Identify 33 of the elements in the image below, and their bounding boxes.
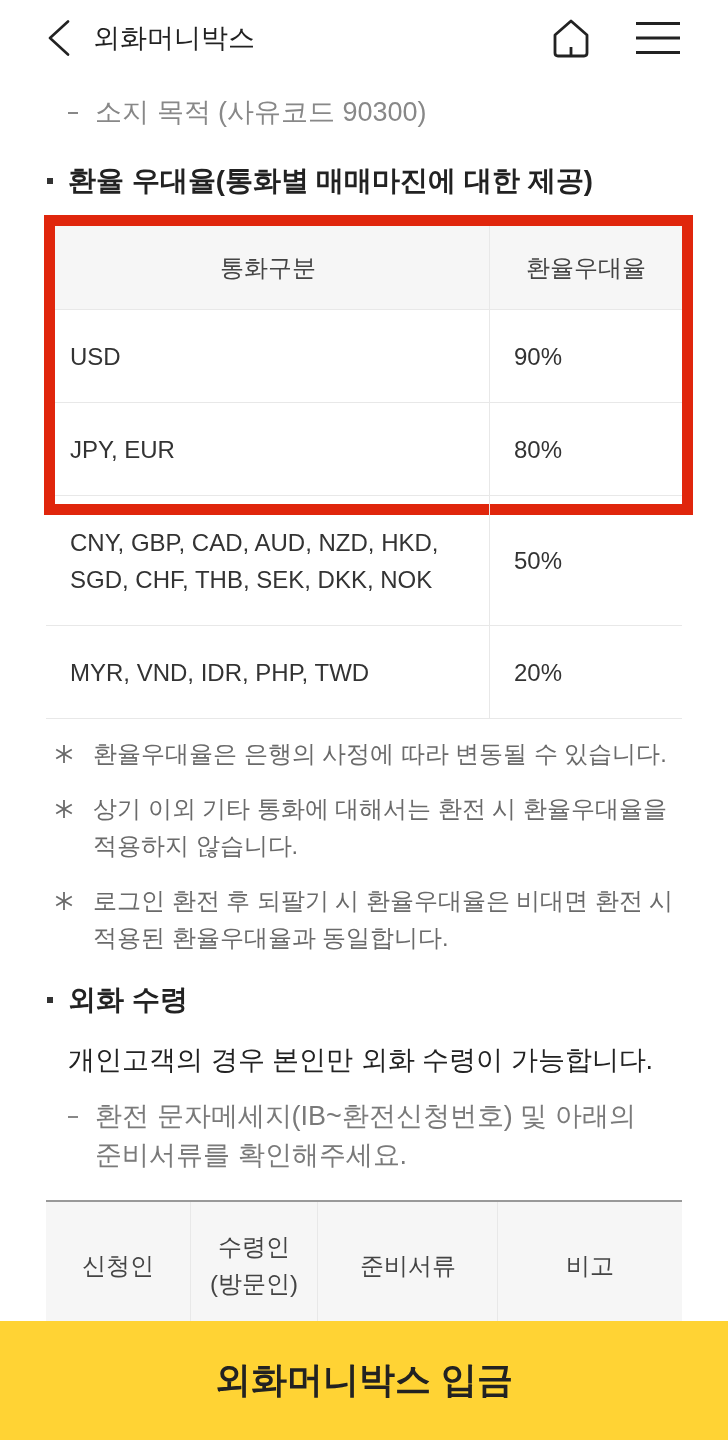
section-heading: 외화 수령 <box>68 983 188 1017</box>
rate-cell: 80% <box>490 403 682 496</box>
paragraph-text: 개인고객의 경우 본인만 외화 수령이 가능합니다. <box>68 1044 654 1077</box>
bullet-icon <box>47 178 53 184</box>
list-item-text: 환전 문자메세지(IB~환전신청번호) 및 아래의 준비서류를 확인해주세요. <box>95 1100 637 1172</box>
column-header: 환율우대율 <box>490 225 682 310</box>
column-header: 수령인 (방문인) <box>191 1202 318 1321</box>
currency-cell: CNY, GBP, CAD, AUD, NZD, HKD, SGD, CHF, THB, SEK, DKK, NOK <box>46 496 490 626</box>
dash-icon <box>68 1116 78 1118</box>
rate-cell: 20% <box>490 626 682 719</box>
currency-cell: USD <box>46 310 490 403</box>
list-item-text: 소지 목적 (사유코드 90300) <box>95 96 427 129</box>
home-button[interactable] <box>551 17 591 58</box>
page-title: 외화머니박스 <box>93 21 255 55</box>
dash-icon <box>68 112 78 114</box>
deposit-button[interactable]: 외화머니박스 입금 <box>0 1321 728 1440</box>
column-header: 신청인 <box>46 1202 191 1321</box>
column-header: 준비서류 <box>318 1202 498 1321</box>
note-text: 환율우대율은 은행의 사정에 따라 변동될 수 있습니다. <box>93 740 667 769</box>
currency-cell: JPY, EUR <box>46 403 490 496</box>
currency-cell: MYR, VND, IDR, PHP, TWD <box>46 626 490 719</box>
section-heading: 환율 우대율(통화별 매매마진에 대한 제공) <box>68 164 593 198</box>
rate-cell: 50% <box>490 496 682 626</box>
note-text: 상기 이외 기타 통화에 대해서는 환전 시 환율우대율을 적용하지 않습니다. <box>93 795 668 861</box>
asterisk-icon <box>55 745 73 763</box>
column-header: 비고 <box>498 1202 682 1321</box>
back-button[interactable] <box>48 19 70 56</box>
asterisk-icon <box>55 800 73 818</box>
bullet-icon <box>47 997 53 1003</box>
note-text: 로그인 환전 후 되팔기 시 환율우대율은 비대면 환전 시 적용된 환율우대율과 동일합니다. <box>93 887 675 953</box>
menu-button[interactable] <box>636 21 680 54</box>
asterisk-icon <box>55 892 73 910</box>
rate-cell: 90% <box>490 310 682 403</box>
